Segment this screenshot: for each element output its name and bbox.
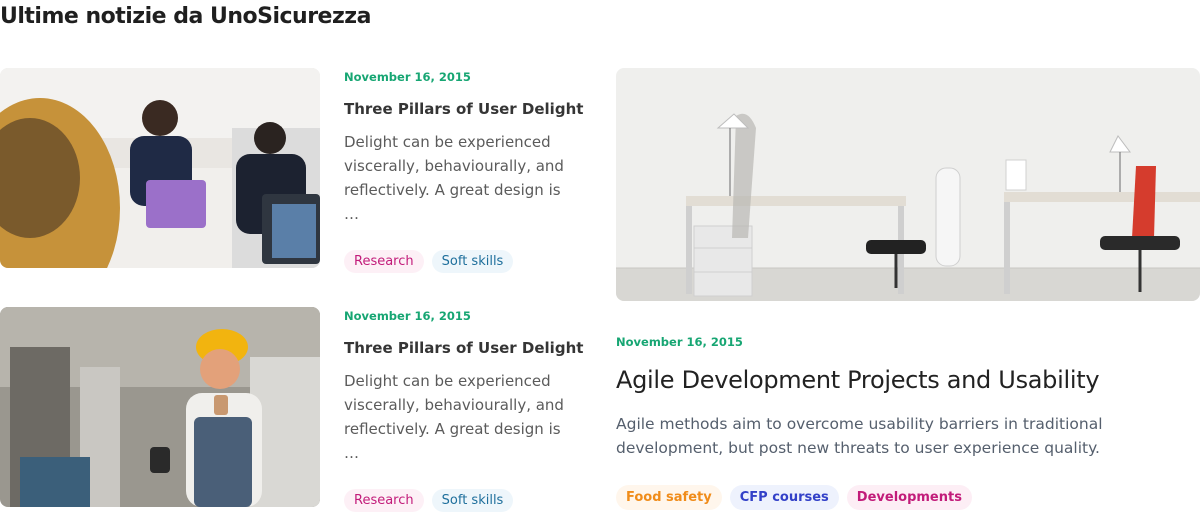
card-date: November 16, 2015 <box>344 309 471 323</box>
card-title[interactable]: Three Pillars of User Delight <box>344 100 584 118</box>
tag-soft-skills[interactable]: Soft skills <box>431 489 514 512</box>
card-title[interactable]: Three Pillars of User Delight <box>344 339 584 357</box>
tag-soft-skills[interactable]: Soft skills <box>431 250 514 273</box>
tag-research[interactable]: Research <box>344 489 424 512</box>
card-tags: Research Soft skills <box>344 250 514 273</box>
card-tags: Research Soft skills <box>344 489 514 512</box>
news-card[interactable]: November 16, 2015 Three Pillars of User … <box>0 68 600 278</box>
tag-developments[interactable]: Developments <box>846 485 972 510</box>
tag-research[interactable]: Research <box>344 250 424 273</box>
tag-cfp-courses[interactable]: CFP courses <box>729 485 839 510</box>
featured-excerpt: Agile methods aim to overcome usability … <box>616 415 1103 457</box>
featured-tags: Food safety CFP courses Developments <box>616 485 1200 510</box>
card-excerpt: Delight can be experienced viscerally, b… <box>344 372 564 462</box>
section-title: Ultime notizie da UnoSicurezza <box>0 4 371 29</box>
tag-food-safety[interactable]: Food safety <box>616 485 722 510</box>
featured-image-office-desks[interactable] <box>616 68 1200 301</box>
card-image-office-laptop[interactable] <box>0 68 320 268</box>
news-card[interactable]: November 16, 2015 Three Pillars of User … <box>0 307 600 515</box>
featured-title[interactable]: Agile Development Projects and Usability <box>616 366 1200 394</box>
featured-date: November 16, 2015 <box>616 335 743 349</box>
featured-article[interactable]: November 16, 2015 Agile Development Proj… <box>616 68 1200 510</box>
card-date: November 16, 2015 <box>344 70 471 84</box>
card-excerpt: Delight can be experienced viscerally, b… <box>344 133 564 223</box>
card-image-worker-factory[interactable] <box>0 307 320 507</box>
